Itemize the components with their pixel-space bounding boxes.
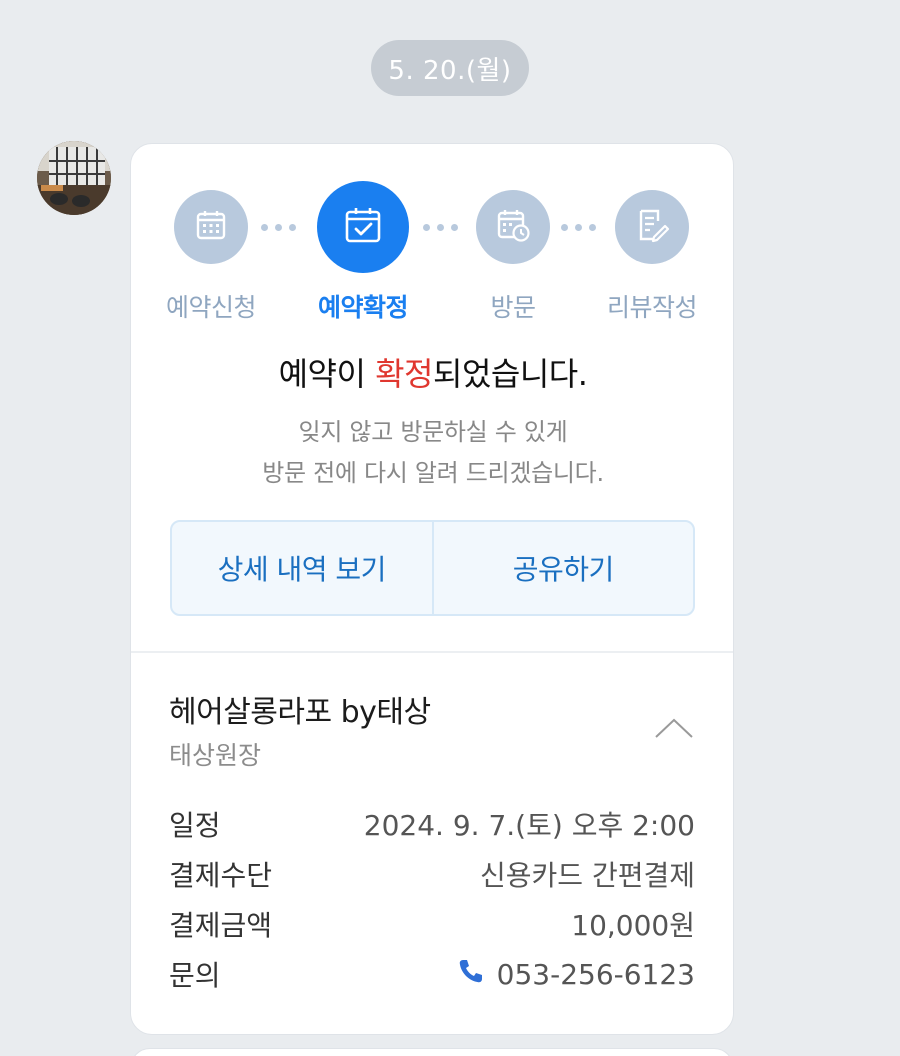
info-label: 일정 (169, 809, 221, 842)
view-details-button[interactable]: 상세 내역 보기 (172, 522, 432, 614)
phone-number: 053-256-6123 (496, 957, 695, 991)
step-label-review: 리뷰작성 (606, 293, 698, 322)
headline-text-end: 되었습니다. (433, 355, 588, 393)
step-review-circle (615, 190, 689, 264)
step-connector-dots (561, 224, 596, 231)
info-label: 문의 (169, 959, 221, 992)
divider (131, 651, 733, 653)
step-label-visit: 방문 (490, 293, 536, 322)
phone-link[interactable]: 053-256-6123 (457, 957, 695, 992)
info-row-payment-amount: 결제금액 10,000원 (169, 904, 695, 944)
step-connector-dots (423, 224, 458, 231)
chat-screen: 5. 20.(월) 예약신청 예약확정 방문 리뷰작성 예약이 확정되었습니다.… (0, 0, 900, 1056)
subtext-line-2: 방문 전에 다시 알려 드리겠습니다. (262, 459, 604, 487)
info-value: 10,000원 (571, 909, 695, 942)
designer-name: 태상원장 (169, 741, 262, 770)
subtext-line-1: 잊지 않고 방문하실 수 있게 (298, 418, 568, 446)
calendar-grid-icon (194, 208, 228, 246)
reservation-steps: 예약신청 예약확정 방문 리뷰작성 (131, 144, 733, 344)
action-buttons: 상세 내역 보기 공유하기 (170, 520, 695, 616)
shop-name: 헤어살롱라포 by태상 (169, 695, 431, 730)
phone-icon (457, 957, 485, 992)
step-label-request: 예약신청 (165, 293, 257, 322)
info-row-payment-method: 결제수단 신용카드 간편결제 (169, 854, 695, 894)
calendar-clock-icon (495, 207, 531, 247)
headline-highlight: 확정 (375, 355, 433, 393)
step-request-circle (174, 190, 248, 264)
avatar[interactable] (37, 141, 111, 215)
date-divider: 5. 20.(월) (371, 40, 529, 96)
reservation-card: 예약신청 예약확정 방문 리뷰작성 예약이 확정되었습니다. 잊지 않고 방문하… (130, 143, 734, 1035)
chevron-up-icon[interactable] (653, 716, 695, 744)
step-connector-dots (261, 224, 296, 231)
next-message-card (130, 1048, 734, 1056)
calendar-check-icon (343, 205, 383, 249)
document-pencil-icon (634, 207, 670, 247)
info-value: 2024. 9. 7.(토) 오후 2:00 (363, 809, 695, 842)
info-value: 신용카드 간편결제 (480, 859, 695, 892)
info-label: 결제금액 (169, 909, 273, 942)
step-label-confirm: 예약확정 (317, 293, 409, 322)
confirmation-headline: 예약이 확정되었습니다. (131, 349, 733, 395)
step-visit-circle (476, 190, 550, 264)
info-row-schedule: 일정 2024. 9. 7.(토) 오후 2:00 (169, 804, 695, 844)
info-row-contact: 문의 053-256-6123 (169, 954, 695, 994)
headline-text: 예약이 (278, 355, 376, 393)
info-label: 결제수단 (169, 859, 273, 892)
share-button[interactable]: 공유하기 (431, 522, 694, 614)
step-confirm-circle (317, 181, 409, 273)
